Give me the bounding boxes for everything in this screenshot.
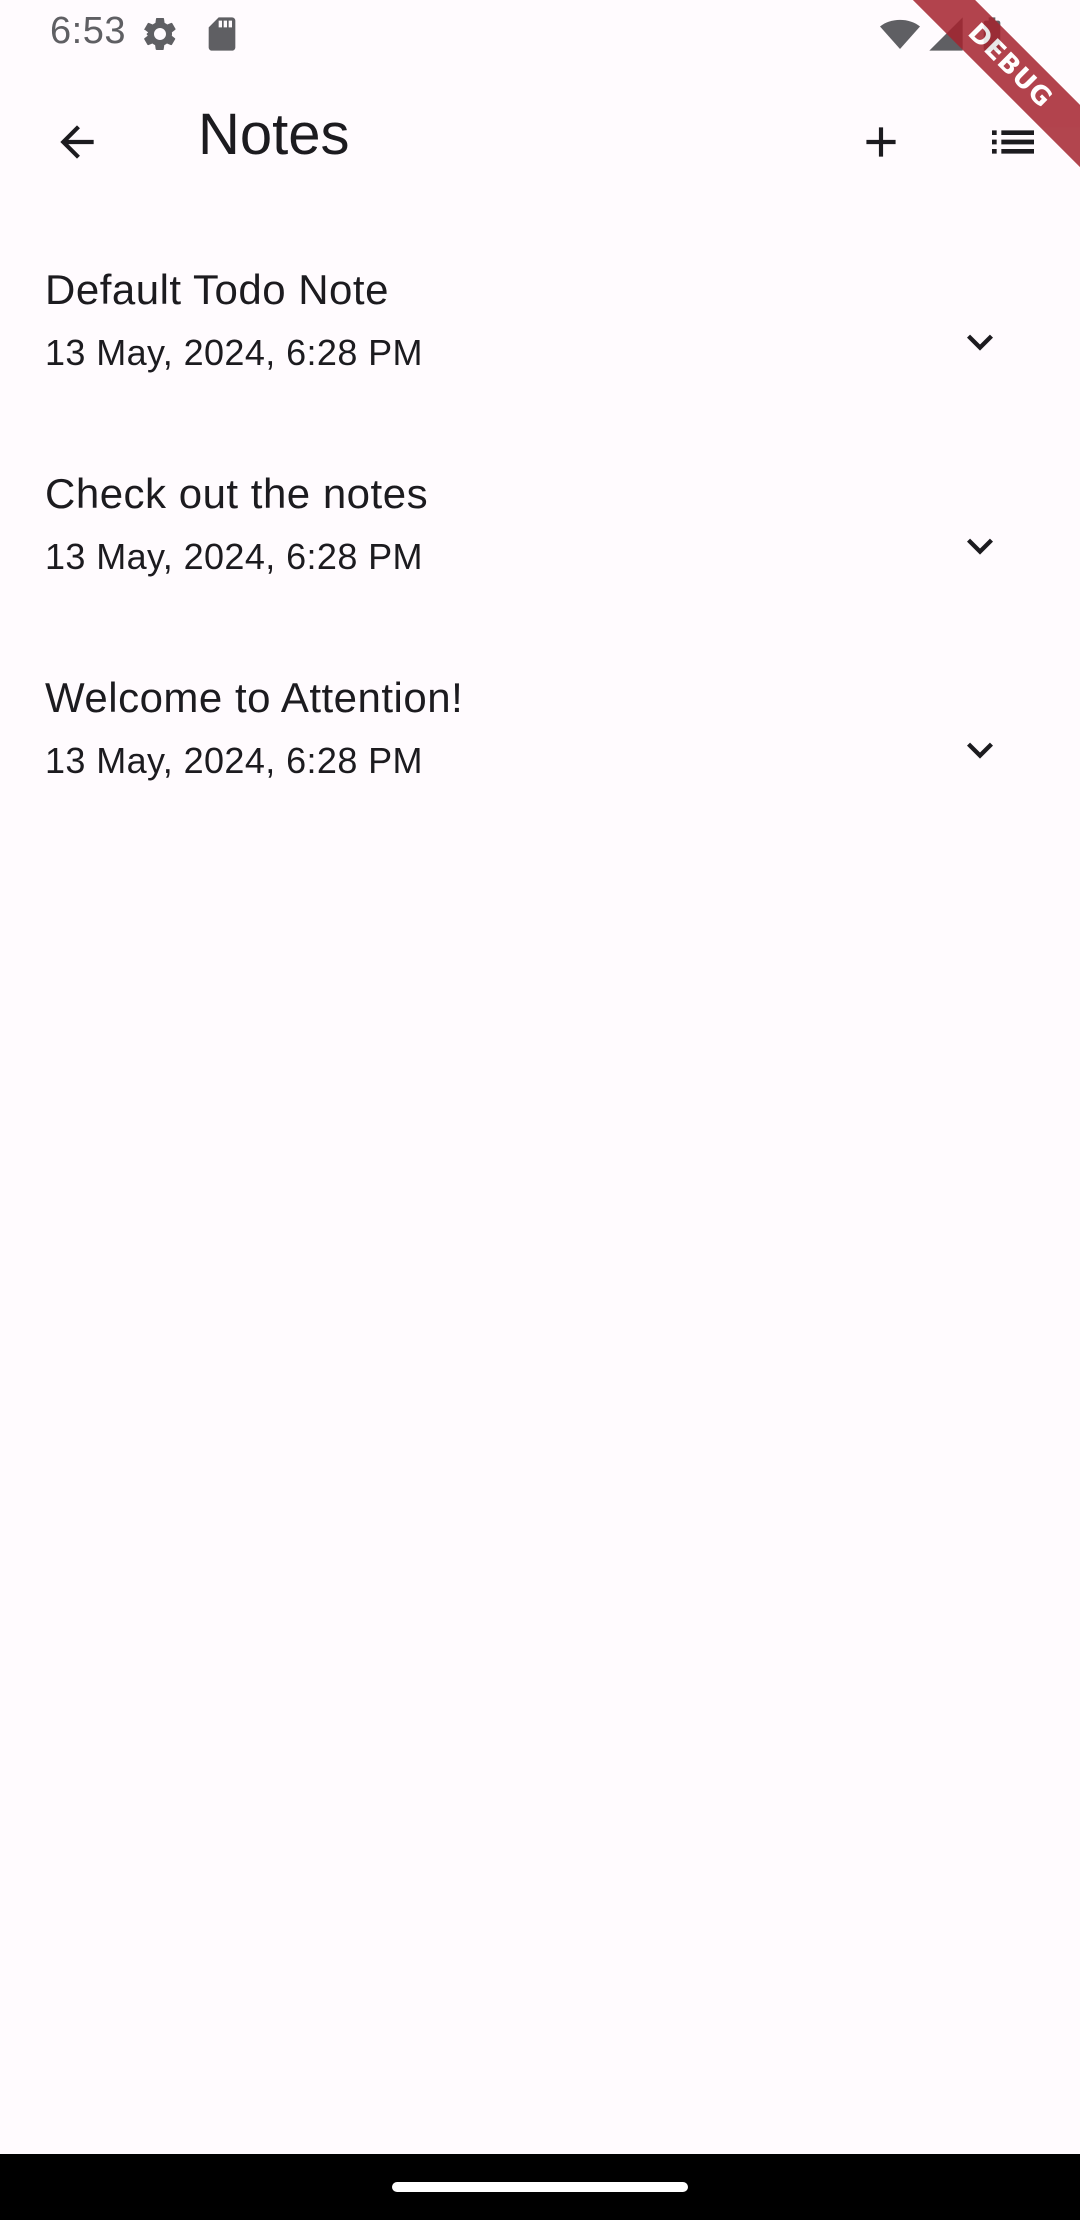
expand-button[interactable]: [932, 294, 1028, 390]
expand-button[interactable]: [932, 702, 1028, 798]
home-gesture-handle[interactable]: [392, 2182, 688, 2192]
back-button[interactable]: [29, 94, 125, 190]
note-date: 13 May, 2024, 6:28 PM: [45, 332, 423, 373]
note-item[interactable]: Check out the notes 13 May, 2024, 6:28 P…: [0, 440, 1080, 644]
list-view-button[interactable]: [965, 94, 1061, 190]
system-nav-bar: [0, 2154, 1080, 2220]
page-title: Notes: [198, 102, 350, 167]
note-date: 13 May, 2024, 6:28 PM: [45, 536, 423, 577]
note-date: 13 May, 2024, 6:28 PM: [45, 740, 423, 781]
app-bar: Notes: [0, 66, 1080, 218]
note-item[interactable]: Default Todo Note 13 May, 2024, 6:28 PM: [0, 236, 1080, 440]
settings-gear-icon: [140, 14, 180, 54]
status-time: 6:53: [50, 10, 126, 52]
chevron-down-icon: [967, 742, 993, 759]
note-title: Welcome to Attention!: [45, 674, 464, 721]
arrow-back-icon: [60, 125, 94, 159]
list-view-icon: [992, 130, 1034, 154]
note-item[interactable]: Welcome to Attention! 13 May, 2024, 6:28…: [0, 644, 1080, 848]
chevron-down-icon: [967, 538, 993, 555]
note-title: Default Todo Note: [45, 266, 389, 313]
add-icon: [866, 127, 896, 157]
status-bar: 6:53: [0, 0, 1080, 66]
wifi-icon: [880, 14, 920, 54]
expand-button[interactable]: [932, 498, 1028, 594]
chevron-down-icon: [967, 334, 993, 351]
notes-screen: 6:53 DEBUG Notes Default Todo Note 13 Ma…: [0, 0, 1080, 2220]
add-note-button[interactable]: [833, 94, 929, 190]
note-title: Check out the notes: [45, 470, 429, 517]
notes-list: Default Todo Note 13 May, 2024, 6:28 PM …: [0, 236, 1080, 848]
sd-card-icon: [202, 14, 242, 54]
